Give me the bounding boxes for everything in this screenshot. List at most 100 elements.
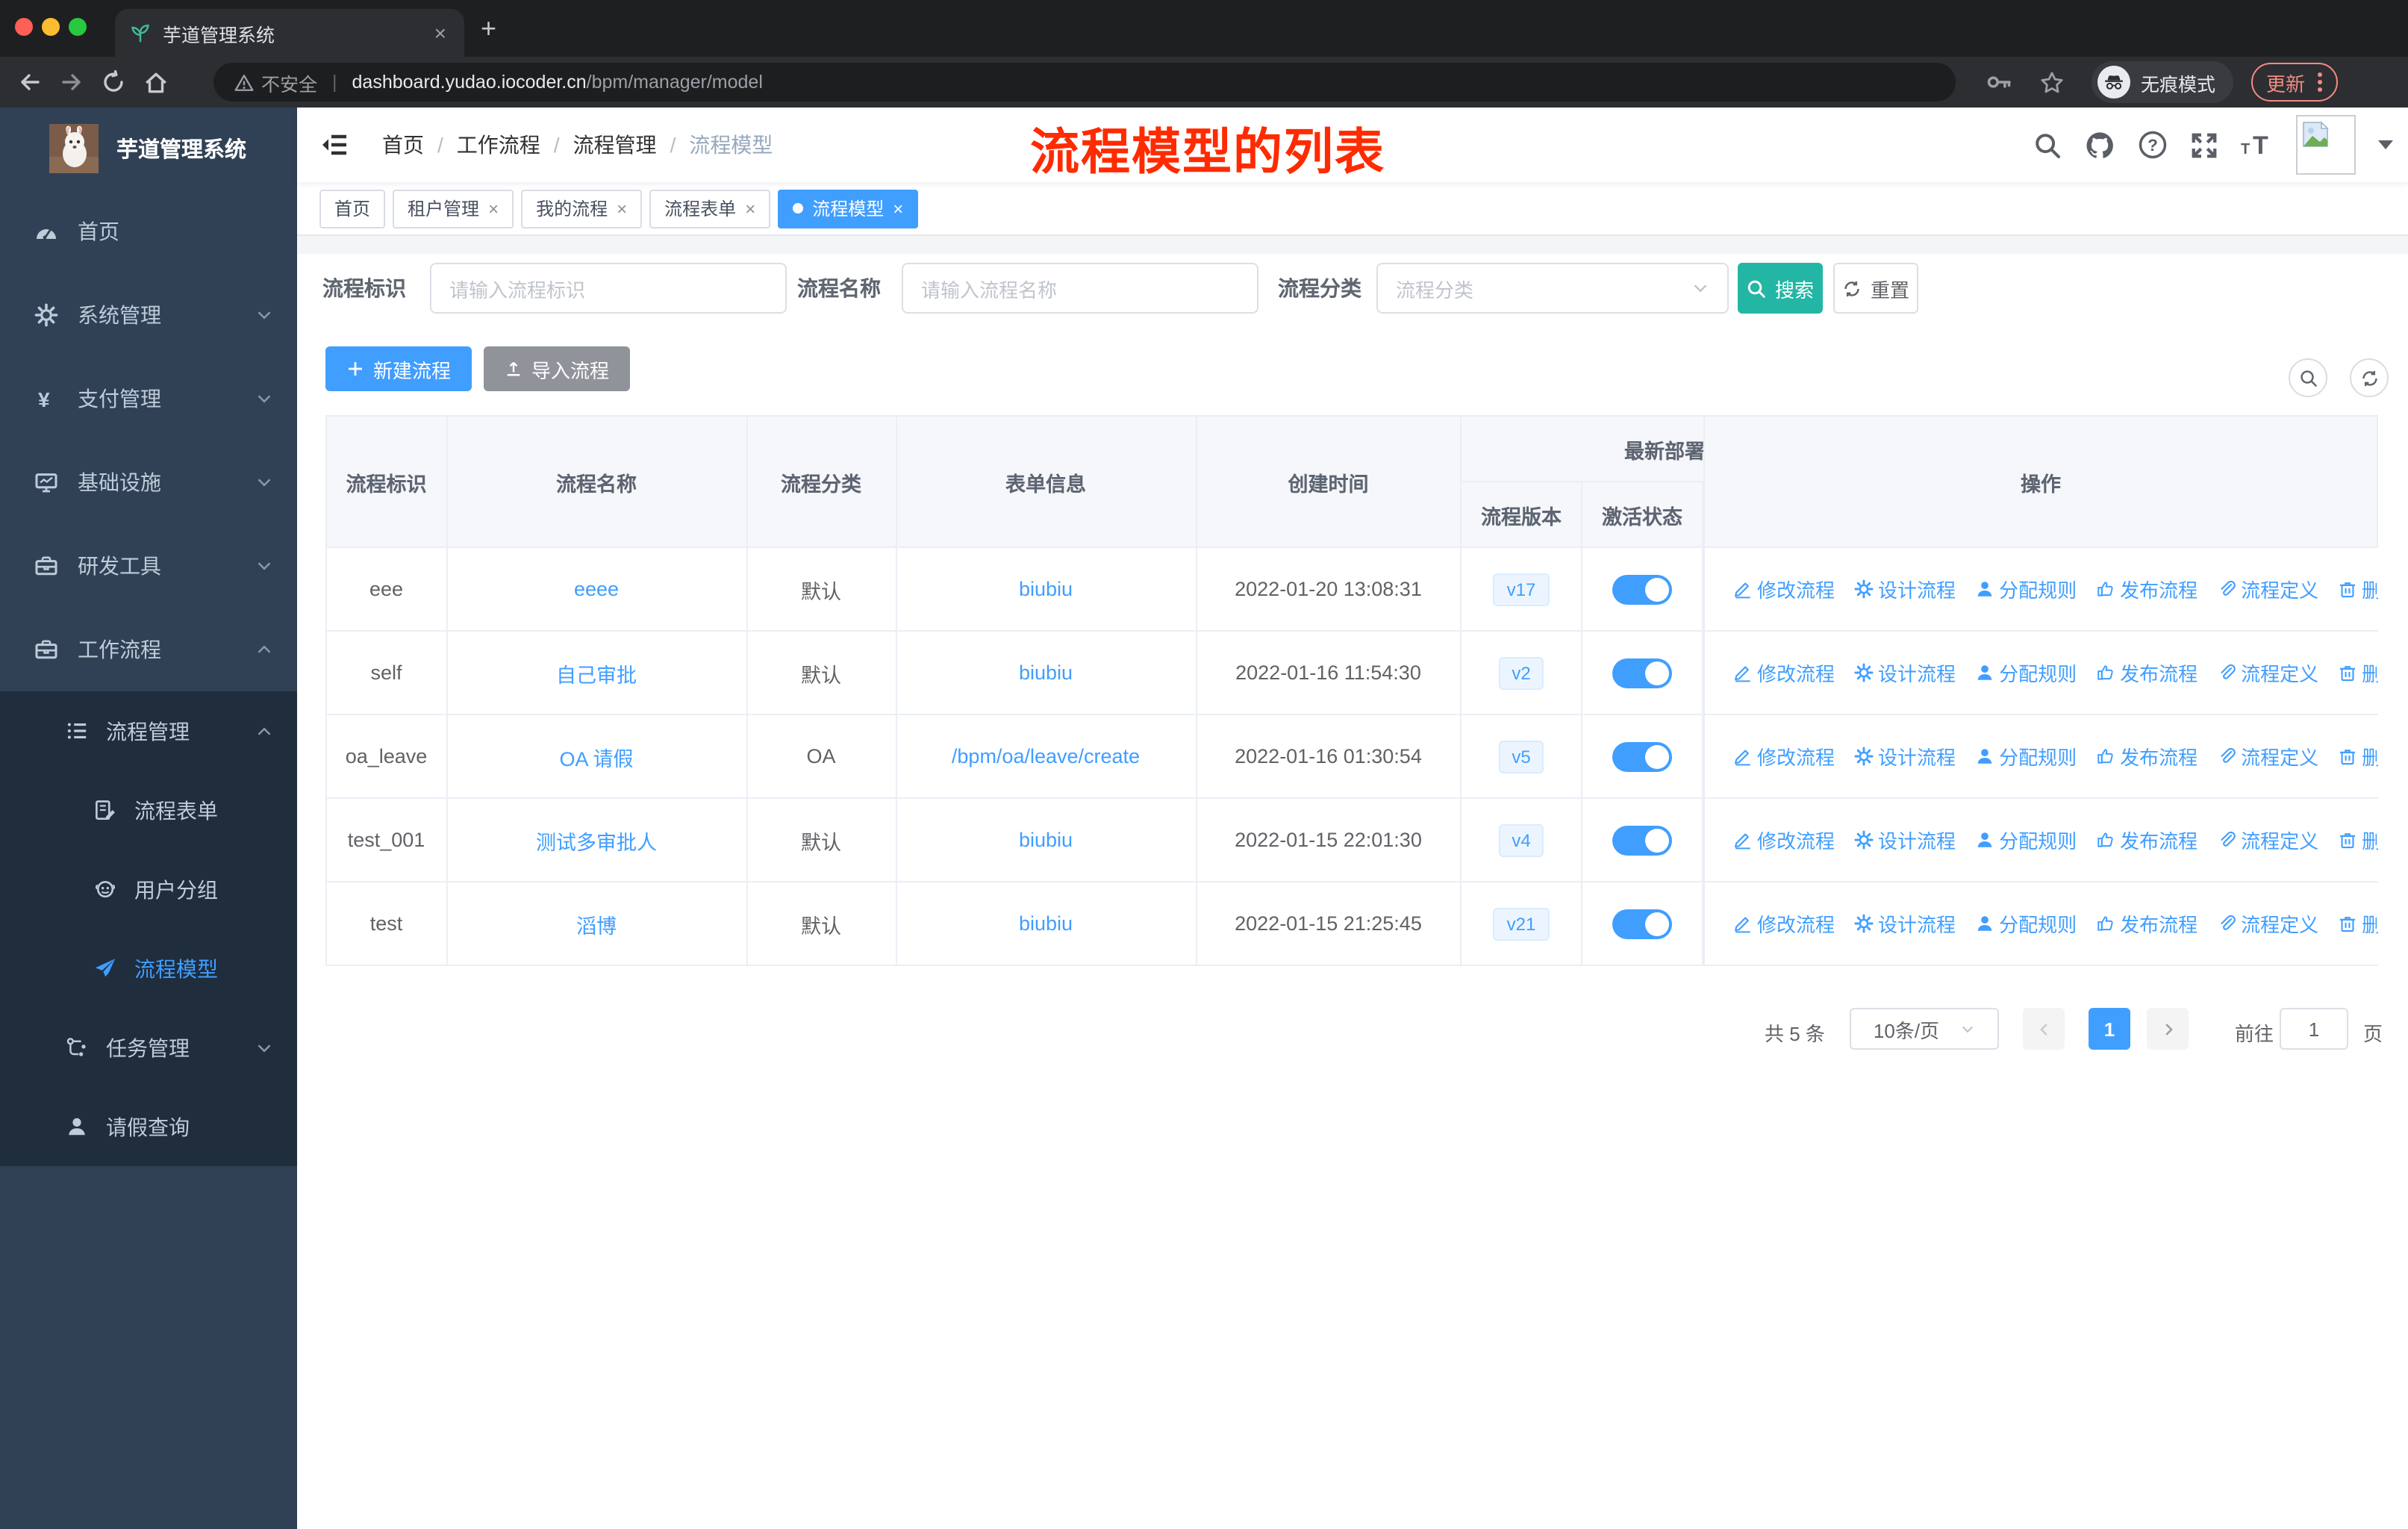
- view-tab-2[interactable]: 我的流程 ×: [521, 189, 643, 228]
- process-name-link[interactable]: 自己审批: [556, 658, 637, 688]
- new-tab-button[interactable]: +: [481, 15, 496, 42]
- action-user-link[interactable]: 分配规则: [1975, 575, 2077, 603]
- action-delete-link[interactable]: 删除: [2338, 658, 2378, 687]
- action-edit-link[interactable]: 修改流程: [1733, 742, 1835, 770]
- action-attachment-link[interactable]: 流程定义: [2217, 658, 2318, 687]
- form-info-link[interactable]: biubiu: [1019, 578, 1073, 600]
- action-edit-link[interactable]: 修改流程: [1733, 826, 1835, 854]
- filter-input-0[interactable]: 请输入流程标识: [430, 263, 787, 314]
- home-icon[interactable]: [143, 69, 169, 95]
- sidebar-item-0[interactable]: 首页: [0, 190, 297, 273]
- action-edit-link[interactable]: 修改流程: [1733, 909, 1835, 938]
- active-toggle[interactable]: [1612, 909, 1672, 938]
- breadcrumb-item-0[interactable]: 首页: [382, 130, 424, 160]
- browser-tab[interactable]: 芋道管理系统 ×: [115, 9, 464, 57]
- github-icon[interactable]: [2084, 129, 2115, 161]
- action-attachment-link[interactable]: 流程定义: [2217, 909, 2318, 938]
- forward-icon[interactable]: [60, 70, 84, 94]
- action-publish-link[interactable]: 发布流程: [2096, 742, 2198, 770]
- app-logo-row[interactable]: 芋道管理系统: [0, 108, 297, 190]
- password-key-icon[interactable]: [1986, 69, 2012, 96]
- tab-close-icon[interactable]: ×: [431, 21, 449, 45]
- hamburger-icon[interactable]: [319, 130, 349, 160]
- sidebar-subitem-0[interactable]: 流程管理: [0, 691, 297, 770]
- process-name-link[interactable]: OA 请假: [559, 741, 633, 771]
- action-gear-link[interactable]: 设计流程: [1854, 742, 1956, 770]
- form-info-link[interactable]: biubiu: [1019, 661, 1073, 684]
- sidebar-subitem-1[interactable]: 流程表单: [0, 770, 297, 850]
- sidebar-subitem-3[interactable]: 流程模型: [0, 929, 297, 1008]
- action-user-link[interactable]: 分配规则: [1975, 742, 2077, 770]
- action-publish-link[interactable]: 发布流程: [2096, 658, 2198, 687]
- sidebar-item-4[interactable]: 研发工具: [0, 524, 297, 608]
- close-icon[interactable]: ×: [893, 198, 903, 219]
- action-user-link[interactable]: 分配规则: [1975, 826, 2077, 854]
- sidebar-item-1[interactable]: 系统管理: [0, 273, 297, 357]
- sidebar-item-3[interactable]: 基础设施: [0, 440, 297, 524]
- next-page-button[interactable]: [2147, 1008, 2189, 1050]
- close-icon[interactable]: ×: [488, 198, 499, 219]
- active-toggle[interactable]: [1612, 741, 1672, 771]
- action-edit-link[interactable]: 修改流程: [1733, 658, 1835, 687]
- active-toggle[interactable]: [1612, 825, 1672, 855]
- filter-select-2[interactable]: 流程分类: [1376, 263, 1729, 314]
- close-icon[interactable]: ×: [617, 198, 627, 219]
- action-user-link[interactable]: 分配规则: [1975, 658, 2077, 687]
- view-tab-3[interactable]: 流程表单 ×: [649, 189, 771, 228]
- sidebar-subitem-2[interactable]: 用户分组: [0, 850, 297, 929]
- security-warning[interactable]: 不安全: [234, 68, 317, 96]
- view-tab-1[interactable]: 租户管理 ×: [393, 189, 514, 228]
- action-delete-link[interactable]: 删除: [2338, 575, 2378, 603]
- window-close-button[interactable]: [15, 18, 33, 36]
- update-button[interactable]: 更新: [2251, 63, 2339, 102]
- back-icon[interactable]: [18, 70, 42, 94]
- sidebar-item-2[interactable]: ¥ 支付管理: [0, 357, 297, 440]
- action-gear-link[interactable]: 设计流程: [1854, 826, 1956, 854]
- action-publish-link[interactable]: 发布流程: [2096, 826, 2198, 854]
- breadcrumb-item-2[interactable]: 流程管理: [573, 130, 657, 160]
- prev-page-button[interactable]: [2023, 1008, 2065, 1050]
- address-bar[interactable]: 不安全 | dashboard.yudao.iocoder.cn/bpm/man…: [213, 63, 1956, 102]
- action-delete-link[interactable]: 删除: [2338, 826, 2378, 854]
- help-icon[interactable]: ?: [2138, 130, 2168, 160]
- process-name-link[interactable]: 滔博: [576, 909, 617, 938]
- search-button[interactable]: 搜索: [1738, 263, 1823, 314]
- browser-menu-icon[interactable]: [2317, 70, 2323, 94]
- active-toggle[interactable]: [1612, 658, 1672, 688]
- fullscreen-icon[interactable]: [2190, 131, 2218, 159]
- search-icon[interactable]: [2033, 131, 2062, 159]
- close-icon[interactable]: ×: [745, 198, 755, 219]
- form-info-link[interactable]: biubiu: [1019, 829, 1073, 851]
- font-size-icon[interactable]: TT: [2241, 131, 2274, 158]
- avatar-caret-icon[interactable]: [2378, 140, 2393, 149]
- create-process-button[interactable]: 新建流程: [325, 346, 472, 391]
- action-edit-link[interactable]: 修改流程: [1733, 575, 1835, 603]
- active-toggle[interactable]: [1612, 574, 1672, 604]
- view-tab-4[interactable]: 流程模型 ×: [778, 189, 919, 228]
- window-minimize-button[interactable]: [42, 18, 60, 36]
- goto-page-input[interactable]: 1: [2280, 1008, 2348, 1050]
- form-info-link[interactable]: biubiu: [1019, 912, 1073, 935]
- sidebar-subitem-5[interactable]: 请假查询: [0, 1087, 297, 1166]
- incognito-badge[interactable]: 无痕模式: [2092, 61, 2234, 103]
- toggle-search-icon-button[interactable]: [2289, 358, 2327, 397]
- form-info-link[interactable]: /bpm/oa/leave/create: [952, 745, 1140, 767]
- action-gear-link[interactable]: 设计流程: [1854, 658, 1956, 687]
- action-attachment-link[interactable]: 流程定义: [2217, 826, 2318, 854]
- process-name-link[interactable]: eeee: [574, 578, 619, 600]
- process-name-link[interactable]: 测试多审批人: [536, 825, 657, 855]
- action-delete-link[interactable]: 删除: [2338, 909, 2378, 938]
- reload-icon[interactable]: [102, 70, 125, 94]
- page-number-button[interactable]: 1: [2089, 1008, 2130, 1050]
- breadcrumb-item-1[interactable]: 工作流程: [457, 130, 540, 160]
- action-gear-link[interactable]: 设计流程: [1854, 575, 1956, 603]
- filter-input-1[interactable]: 请输入流程名称: [902, 263, 1258, 314]
- sidebar-subitem-4[interactable]: 任务管理: [0, 1008, 297, 1087]
- action-publish-link[interactable]: 发布流程: [2096, 909, 2198, 938]
- action-user-link[interactable]: 分配规则: [1975, 909, 2077, 938]
- refresh-table-icon-button[interactable]: [2350, 358, 2389, 397]
- action-attachment-link[interactable]: 流程定义: [2217, 742, 2318, 770]
- import-process-button[interactable]: 导入流程: [484, 346, 630, 391]
- sidebar-item-5[interactable]: 工作流程: [0, 608, 297, 691]
- view-tab-0[interactable]: 首页: [319, 189, 386, 228]
